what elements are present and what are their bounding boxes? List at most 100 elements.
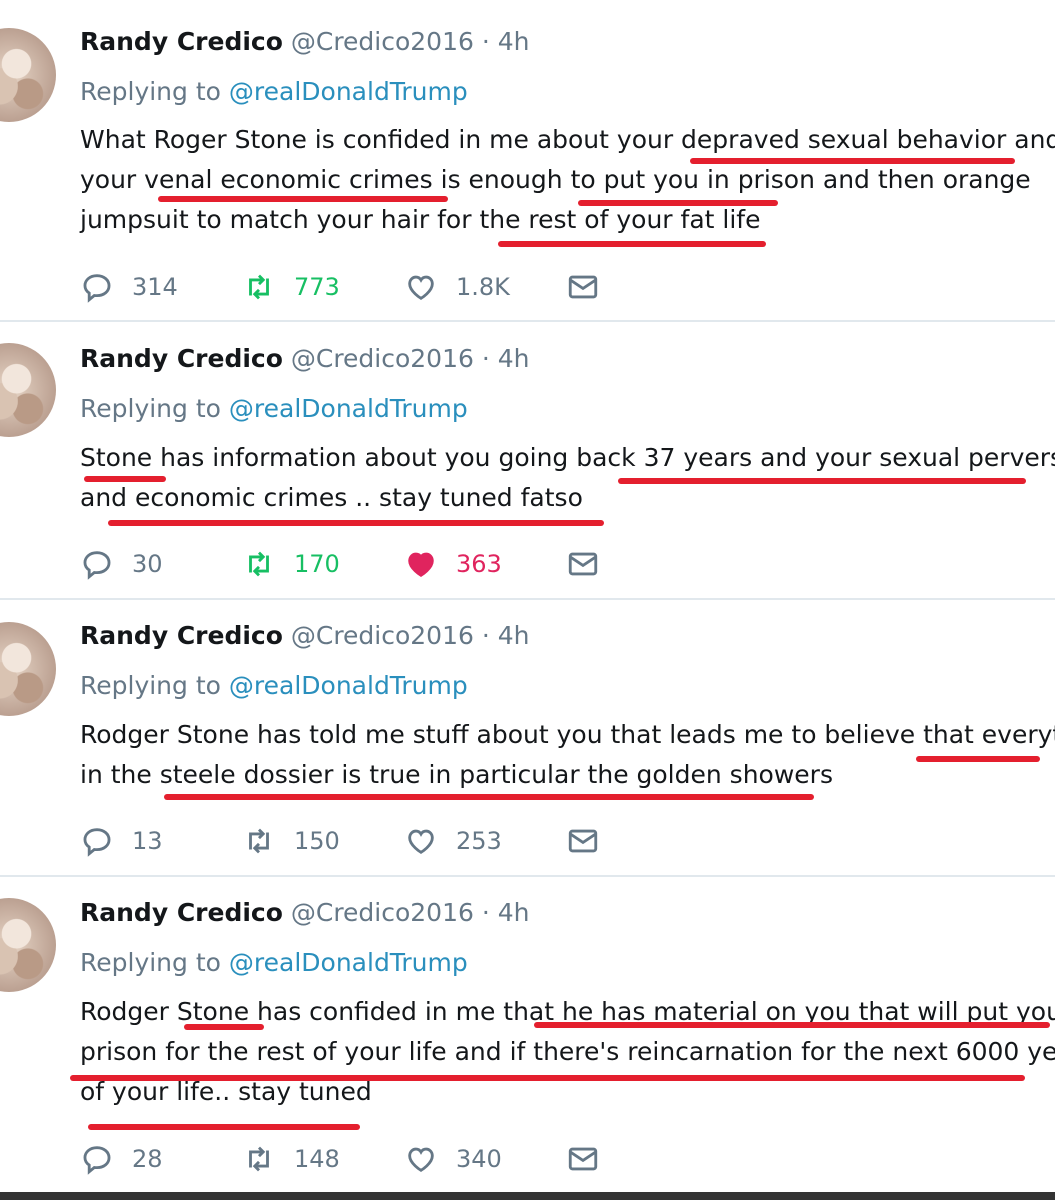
retweet-button[interactable]: 773	[242, 267, 340, 307]
like-count: 340	[456, 1145, 502, 1173]
annotation-underline	[534, 1022, 1050, 1028]
direct-message-button[interactable]	[566, 1139, 600, 1179]
annotation-underline	[164, 794, 814, 800]
retweet-button[interactable]: 150	[242, 821, 340, 861]
tweet-text-line: your venal economic crimes is enough to …	[80, 165, 1031, 194]
annotation-underline	[498, 241, 766, 247]
direct-message-button[interactable]	[566, 544, 600, 584]
like-button[interactable]: 340	[404, 1139, 502, 1179]
like-icon	[408, 275, 434, 300]
avatar[interactable]	[0, 28, 56, 122]
reply-button[interactable]: 13	[80, 821, 163, 861]
tweet-text-line: prison for the rest of your life and if …	[80, 1037, 1055, 1066]
tweet-time[interactable]: · 4h	[482, 898, 530, 927]
avatar[interactable]	[0, 898, 56, 992]
avatar[interactable]	[0, 343, 56, 437]
reply-mention-link[interactable]: @realDonaldTrump	[229, 77, 468, 106]
reply-count: 13	[132, 827, 163, 855]
annotation-underline	[84, 476, 166, 482]
like-count: 1.8K	[456, 273, 510, 301]
annotation-underline	[70, 1075, 1025, 1081]
tweet-header: Randy Credico @Credico2016 · 4h	[80, 344, 530, 373]
reply-mention-link[interactable]: @realDonaldTrump	[229, 948, 468, 977]
retweet-icon	[249, 828, 269, 854]
like-icon	[408, 829, 434, 854]
retweet-count: 150	[294, 827, 340, 855]
replying-to: Replying to @realDonaldTrump	[80, 77, 468, 106]
divider	[0, 875, 1055, 877]
author-handle[interactable]: @Credico2016	[291, 621, 474, 650]
tweet-header: Randy Credico @Credico2016 · 4h	[80, 621, 530, 650]
like-icon	[408, 552, 434, 577]
tweet-text: Rodger Stone has confided in me that he …	[80, 992, 1055, 1112]
bottom-bar	[0, 1192, 1055, 1200]
tweet-time[interactable]: · 4h	[482, 621, 530, 650]
direct-message-icon	[568, 829, 598, 853]
tweet-header: Randy Credico @Credico2016 · 4h	[80, 27, 530, 56]
reply-button[interactable]: 28	[80, 1139, 163, 1179]
tweet-text-line: jumpsuit to match your hair for the rest…	[80, 205, 761, 234]
direct-message-icon	[568, 275, 598, 299]
tweet-text-line: in the steele dossier is true in particu…	[80, 760, 833, 789]
direct-message-button[interactable]	[566, 821, 600, 861]
retweet-icon	[249, 551, 269, 577]
tweet-text: What Roger Stone is confided in me about…	[80, 120, 1055, 240]
author-handle[interactable]: @Credico2016	[291, 344, 474, 373]
replying-to: Replying to @realDonaldTrump	[80, 948, 468, 977]
annotation-underline	[88, 1124, 360, 1130]
divider	[0, 598, 1055, 600]
replying-to: Replying to @realDonaldTrump	[80, 394, 468, 423]
retweet-button[interactable]: 148	[242, 1139, 340, 1179]
avatar[interactable]	[0, 622, 56, 716]
author-handle[interactable]: @Credico2016	[291, 27, 474, 56]
annotation-underline	[578, 200, 778, 206]
like-button[interactable]: 253	[404, 821, 502, 861]
replying-to: Replying to @realDonaldTrump	[80, 671, 468, 700]
author-name[interactable]: Randy Credico	[80, 621, 283, 650]
reply-mention-link[interactable]: @realDonaldTrump	[229, 394, 468, 423]
reply-icon	[83, 828, 111, 857]
reply-button[interactable]: 314	[80, 267, 178, 307]
reply-icon	[83, 1146, 111, 1175]
annotation-underline	[108, 520, 604, 526]
tweet-text: Rodger Stone has told me stuff about you…	[80, 715, 1055, 795]
tweet-time[interactable]: · 4h	[482, 27, 530, 56]
author-name[interactable]: Randy Credico	[80, 27, 283, 56]
tweet-text-line: Stone has information about you going ba…	[80, 443, 1055, 472]
reply-button[interactable]: 30	[80, 544, 163, 584]
replying-label: Replying to	[80, 671, 221, 700]
reply-count: 314	[132, 273, 178, 301]
retweet-count: 773	[294, 273, 340, 301]
retweet-icon	[249, 1146, 269, 1172]
like-count: 253	[456, 827, 502, 855]
like-button[interactable]: 363	[404, 544, 502, 584]
annotation-underline	[690, 158, 1015, 164]
replying-label: Replying to	[80, 394, 221, 423]
author-name[interactable]: Randy Credico	[80, 898, 283, 927]
retweet-count: 170	[294, 550, 340, 578]
author-handle[interactable]: @Credico2016	[291, 898, 474, 927]
annotation-underline	[184, 1024, 264, 1030]
annotation-underline	[158, 196, 448, 202]
replying-label: Replying to	[80, 77, 221, 106]
reply-icon	[83, 551, 111, 580]
replying-label: Replying to	[80, 948, 221, 977]
direct-message-button[interactable]	[566, 267, 600, 307]
tweet-header: Randy Credico @Credico2016 · 4h	[80, 898, 530, 927]
tweet-text-line: What Roger Stone is confided in me about…	[80, 125, 1055, 154]
reply-count: 28	[132, 1145, 163, 1173]
like-icon	[408, 1147, 434, 1172]
like-count: 363	[456, 550, 502, 578]
tweet-time[interactable]: · 4h	[482, 344, 530, 373]
retweet-icon	[249, 274, 269, 300]
divider	[0, 320, 1055, 322]
annotation-underline	[916, 756, 1040, 762]
direct-message-icon	[568, 1147, 598, 1171]
retweet-count: 148	[294, 1145, 340, 1173]
reply-mention-link[interactable]: @realDonaldTrump	[229, 671, 468, 700]
reply-icon	[83, 274, 111, 303]
like-button[interactable]: 1.8K	[404, 267, 510, 307]
retweet-button[interactable]: 170	[242, 544, 340, 584]
tweet-text-line: and economic crimes .. stay tuned fatso	[80, 483, 583, 512]
author-name[interactable]: Randy Credico	[80, 344, 283, 373]
